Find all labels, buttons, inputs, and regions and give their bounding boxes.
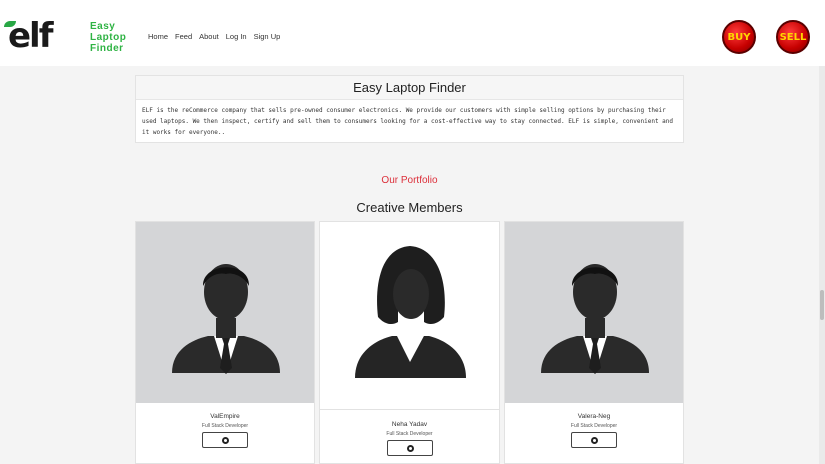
scrollbar-thumb[interactable] [820, 290, 824, 320]
member-card: Neha Yadav Full Stack Developer [319, 221, 500, 464]
portfolio-heading: Our Portfolio [381, 175, 438, 186]
member-info: ValEmpire Full Stack Developer [136, 413, 314, 453]
member-info: Valera-Neg Full Stack Developer [505, 413, 683, 453]
nav-about[interactable]: About [199, 32, 219, 41]
about-card: Easy Laptop Finder ELF is the reCommerce… [135, 75, 684, 143]
nav-home[interactable]: Home [148, 32, 168, 41]
male-avatar-icon [172, 264, 280, 374]
nav-login[interactable]: Log In [226, 32, 247, 41]
member-role: Full Stack Developer [386, 431, 433, 437]
logo-line: Laptop [90, 32, 127, 43]
logo-line: Easy [90, 21, 116, 32]
site-header: elf Easy Laptop Finder Home Feed About L… [0, 0, 825, 66]
avatar [136, 222, 314, 403]
main-nav: Home Feed About Log In Sign Up [148, 32, 280, 41]
github-button[interactable] [386, 440, 433, 456]
nav-feed[interactable]: Feed [175, 32, 192, 41]
member-role: Full Stack Developer [201, 423, 249, 429]
member-name: Valera-Neg [577, 413, 611, 420]
member-name: ValEmpire [210, 413, 240, 420]
member-name: Neha Yadav [391, 421, 428, 428]
github-button[interactable] [202, 432, 248, 448]
avatar [320, 222, 499, 410]
about-title: Easy Laptop Finder [136, 76, 683, 100]
female-avatar-icon [355, 246, 466, 378]
elf-logo[interactable]: elf Easy Laptop Finder [4, 15, 134, 57]
member-card: Valera-Neg Full Stack Developer [504, 221, 684, 464]
member-card: ValEmpire Full Stack Developer [135, 221, 315, 464]
github-icon [222, 437, 229, 444]
logo-tagline: Easy Laptop Finder [90, 21, 126, 54]
members-title: Creative Members [356, 200, 463, 215]
member-role: Full Stack Developer [570, 423, 618, 429]
github-icon [591, 437, 598, 444]
logo-word: elf [8, 16, 53, 56]
logo-line: Finder [90, 43, 124, 54]
member-info: Neha Yadav Full Stack Developer [320, 421, 499, 461]
male-avatar-icon [541, 264, 649, 374]
about-text: ELF is the reCommerce company that sells… [142, 107, 674, 136]
github-icon [406, 445, 414, 452]
buy-button[interactable]: BUY [722, 20, 756, 54]
scrollbar-track[interactable] [819, 66, 825, 464]
github-button[interactable] [571, 432, 617, 448]
sell-button[interactable]: SELL [776, 20, 810, 54]
avatar [505, 222, 683, 403]
nav-signup[interactable]: Sign Up [254, 32, 281, 41]
